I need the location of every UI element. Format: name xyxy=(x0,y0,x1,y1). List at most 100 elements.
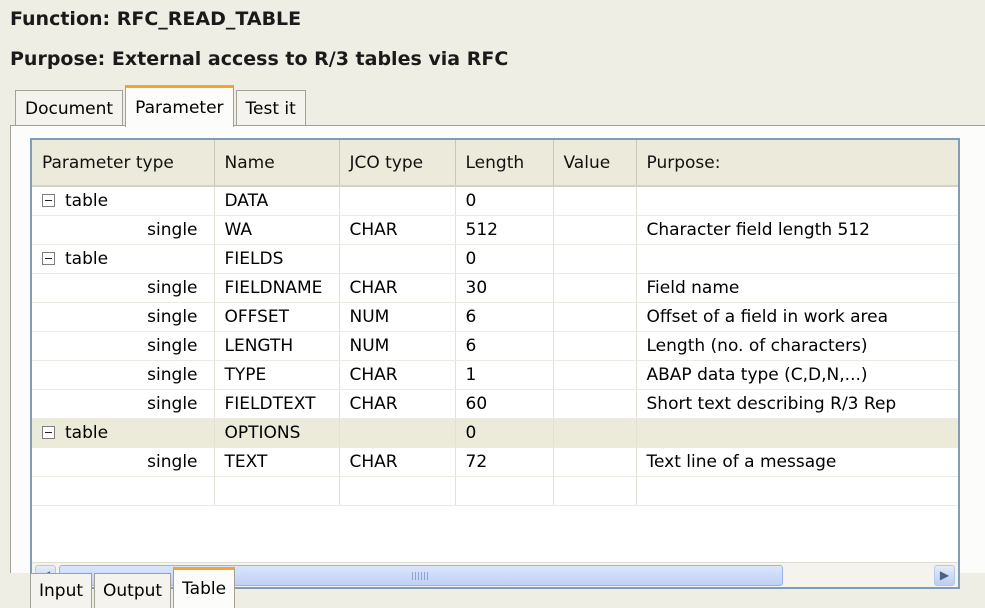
cell-length: 6 xyxy=(455,302,554,332)
cell-parameter-type: table xyxy=(32,418,215,448)
table-header-row: Parameter type Name JCO type Length Valu… xyxy=(32,140,958,187)
table-row[interactable]: single TYPE CHAR 1 ABAP data type (C,D,N,...… xyxy=(32,360,958,390)
cell-value[interactable] xyxy=(553,273,637,303)
table-row[interactable]: single TEXT CHAR 72 Text line of a message xyxy=(32,447,958,477)
tab-test-it[interactable]: Test it xyxy=(235,90,306,126)
cell-purpose-text: Short text describing R/3 Rep xyxy=(646,393,897,414)
cell-jco-type-text: CHAR xyxy=(349,277,398,298)
column-header-purpose[interactable]: Purpose: xyxy=(636,140,958,187)
cell-name-text: DATA xyxy=(224,190,269,211)
column-header-value[interactable]: Value xyxy=(553,140,637,187)
column-header-length[interactable]: Length xyxy=(455,140,554,187)
cell-purpose-text: Field name xyxy=(646,277,740,298)
cell-parameter-type: single xyxy=(32,215,215,245)
arrow-right-icon: ▶ xyxy=(939,568,950,582)
cell-value[interactable] xyxy=(553,360,637,390)
table-row[interactable]: single WA CHAR 512 Character field length 51… xyxy=(32,215,958,245)
cell-parameter-type-text: single xyxy=(147,451,198,472)
parameter-table-frame: Parameter type Name JCO type Length Valu… xyxy=(30,138,960,589)
cell-name-text: FIELDNAME xyxy=(224,277,323,298)
cell-name-text: LENGTH xyxy=(224,335,294,356)
tab-parameter[interactable]: Parameter xyxy=(125,85,234,127)
cell-purpose-text: Length (no. of characters) xyxy=(646,335,868,356)
cell-length-text: 0 xyxy=(465,190,477,211)
cell-parameter-type: table xyxy=(32,244,215,274)
table-row[interactable]: single FIELDTEXT CHAR 60 Short text describi… xyxy=(32,389,958,419)
cell-purpose xyxy=(636,476,958,506)
cell-name: DATA xyxy=(214,186,340,216)
table-group-row[interactable]: table FIELDS 0 xyxy=(32,244,958,274)
cell-purpose xyxy=(636,244,958,274)
cell-jco-type: CHAR xyxy=(339,273,456,303)
cell-purpose-text: Offset of a field in work area xyxy=(646,306,889,327)
cell-value[interactable] xyxy=(553,476,637,506)
cell-length: 0 xyxy=(455,418,554,448)
cell-jco-type xyxy=(339,186,456,216)
cell-name: LENGTH xyxy=(214,331,340,361)
cell-parameter-type: single xyxy=(32,389,215,419)
scroll-right-button[interactable]: ▶ xyxy=(934,565,955,586)
cell-name: FIELDTEXT xyxy=(214,389,340,419)
cell-length: 512 xyxy=(455,215,554,245)
function-purpose: Purpose: External access to R/3 tables v… xyxy=(10,48,509,70)
cell-name xyxy=(214,476,340,506)
cell-jco-type-text: NUM xyxy=(349,306,390,327)
cell-value[interactable] xyxy=(553,302,637,332)
cell-length-text: 6 xyxy=(465,306,477,327)
column-header-name[interactable]: Name xyxy=(214,140,340,187)
cell-jco-type-text: NUM xyxy=(349,335,390,356)
cell-length-text: 512 xyxy=(465,219,498,240)
collapse-icon[interactable] xyxy=(42,251,55,265)
cell-purpose xyxy=(636,186,958,216)
sap-function-viewer: Function: RFC_READ_TABLE Purpose: Extern… xyxy=(0,0,985,608)
cell-parameter-type-text: single xyxy=(147,335,198,356)
cell-name: FIELDNAME xyxy=(214,273,340,303)
cell-jco-type xyxy=(339,418,456,448)
table-group-row[interactable]: table OPTIONS 0 xyxy=(32,418,958,448)
column-header-parameter-type[interactable]: Parameter type xyxy=(32,140,215,187)
cell-length-text: 1 xyxy=(465,364,477,385)
tab-input[interactable]: Input xyxy=(30,573,93,608)
table-group-row[interactable]: table DATA 0 xyxy=(32,186,958,216)
tab-document[interactable]: Document xyxy=(15,90,124,126)
cell-jco-type: NUM xyxy=(339,302,456,332)
cell-jco-type: CHAR xyxy=(339,215,456,245)
cell-value[interactable] xyxy=(553,389,637,419)
cell-purpose: ABAP data type (C,D,N,...) xyxy=(636,360,958,390)
cell-parameter-type-text: table xyxy=(65,248,109,269)
cell-parameter-type-text: table xyxy=(65,422,109,443)
column-header-jco-type[interactable]: JCO type xyxy=(339,140,456,187)
cell-name: OPTIONS xyxy=(214,418,340,448)
cell-length-text: 60 xyxy=(465,393,488,414)
cell-length: 1 xyxy=(455,360,554,390)
cell-name-text: TEXT xyxy=(224,451,268,472)
cell-value[interactable] xyxy=(553,244,637,274)
parameter-table-viewport: Parameter type Name JCO type Length Valu… xyxy=(32,140,958,534)
cell-purpose-text: ABAP data type (C,D,N,...) xyxy=(646,364,868,385)
cell-name-text: OPTIONS xyxy=(224,422,301,443)
table-row[interactable]: single FIELDNAME CHAR 30 Field name xyxy=(32,273,958,303)
cell-jco-type: CHAR xyxy=(339,360,456,390)
cell-value[interactable] xyxy=(553,418,637,448)
cell-value[interactable] xyxy=(553,186,637,216)
collapse-icon[interactable] xyxy=(42,425,55,439)
cell-jco-type: CHAR xyxy=(339,389,456,419)
cell-name: TYPE xyxy=(214,360,340,390)
cell-purpose: Text line of a message xyxy=(636,447,958,477)
cell-parameter-type-text: single xyxy=(147,364,198,385)
collapse-icon[interactable] xyxy=(42,193,55,207)
cell-jco-type-text: CHAR xyxy=(349,451,398,472)
table-row[interactable]: single LENGTH NUM 6 Length (no. of character… xyxy=(32,331,958,361)
cell-value[interactable] xyxy=(553,331,637,361)
cell-length-text: 72 xyxy=(465,451,488,472)
cell-name: TEXT xyxy=(214,447,340,477)
cell-parameter-type: single xyxy=(32,331,215,361)
cell-value[interactable] xyxy=(553,447,637,477)
table-row[interactable]: single OFFSET NUM 6 Offset of a field in wor… xyxy=(32,302,958,332)
tab-table[interactable]: Table xyxy=(173,567,236,608)
cell-jco-type-text: CHAR xyxy=(349,393,398,414)
cell-value[interactable] xyxy=(553,215,637,245)
tab-output[interactable]: Output xyxy=(94,573,172,608)
cell-parameter-type: single xyxy=(32,447,215,477)
table-row[interactable] xyxy=(32,476,958,506)
